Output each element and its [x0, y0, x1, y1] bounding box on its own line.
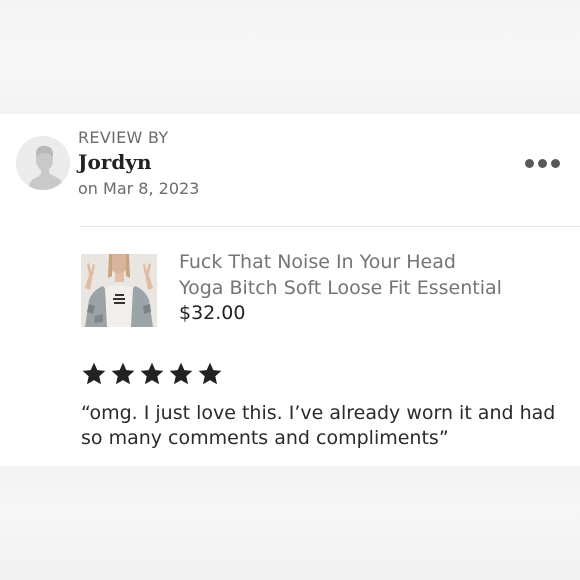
- review-screenshot: REVIEW BY Jordyn on Mar 8, 2023 Fuck Tha…: [0, 0, 580, 580]
- product-photo: [81, 254, 157, 327]
- review-date: on Mar 8, 2023: [78, 179, 200, 198]
- product-title-link[interactable]: Fuck That Noise In Your Head Yoga Bitch …: [179, 249, 569, 301]
- avatar[interactable]: [16, 136, 70, 190]
- background-top: [0, 0, 580, 114]
- default-user-avatar-icon: [16, 136, 70, 190]
- star-icon: [111, 362, 135, 385]
- review-text: “omg. I just love this. I’ve already wor…: [81, 402, 556, 449]
- more-horizontal-icon: [524, 158, 560, 168]
- reviewer-name[interactable]: Jordyn: [78, 150, 152, 174]
- background-bottom: [0, 466, 580, 580]
- star-rating: [81, 361, 223, 387]
- product-thumbnail[interactable]: [81, 254, 157, 327]
- divider: [80, 226, 580, 227]
- product-title-line-1: Fuck That Noise In Your Head: [179, 251, 456, 273]
- product-title-line-2: Yoga Bitch Soft Loose Fit Essential: [179, 277, 502, 299]
- product-price: $32.00: [179, 302, 246, 324]
- star-icon: [82, 362, 106, 385]
- star-icon: [140, 362, 164, 385]
- more-options-button[interactable]: [520, 150, 564, 176]
- star-icon: [198, 362, 222, 385]
- review-by-label: REVIEW BY: [78, 128, 169, 147]
- star-icon: [169, 362, 193, 385]
